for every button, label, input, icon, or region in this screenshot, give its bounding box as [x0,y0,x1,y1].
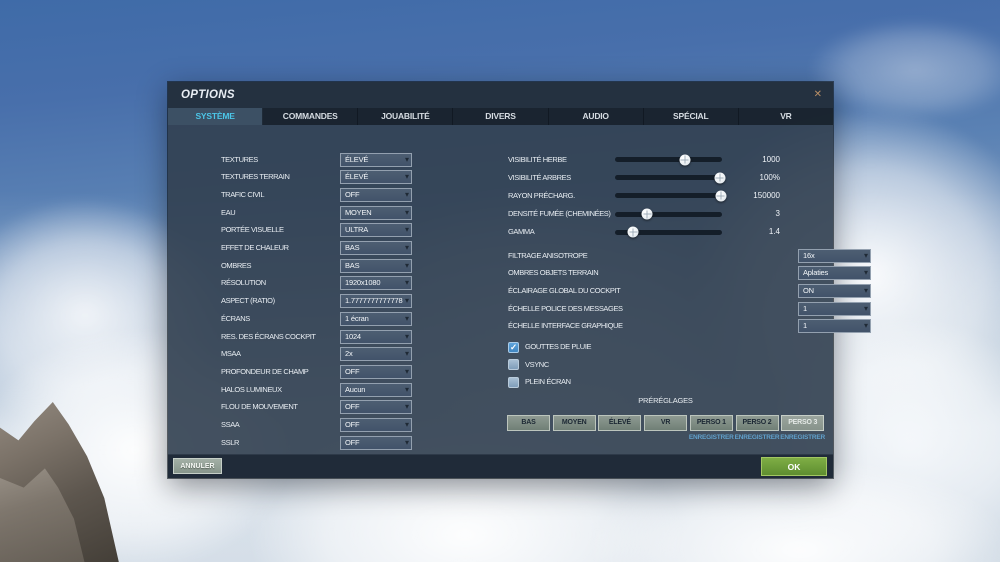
chevron-down-icon: ▾ [863,250,868,260]
dropdown-ssaa[interactable]: OFF ▾ [340,418,412,432]
checkbox-row: ✓ GOUTTES DE PLUIE [168,340,833,354]
tab-systeme[interactable]: SYSTÈME [168,108,264,125]
preset-eleve-button[interactable]: ÉLEVÉ [598,415,642,431]
dialog-content: PRÉRÉGLAGES TEXTURES ÉLEVÉ ▾ TEXTURES TERRA… [168,125,871,455]
setting-label: SSAA [221,420,240,429]
dropdown-filtrage-anisotrope[interactable]: 16x ▾ [798,248,871,263]
dropdown-echelle-police-des-messages[interactable]: 1 ▾ [798,301,871,316]
dropdown-value: OFF [345,402,360,412]
dialog-titlebar: OPTIONS ✕ [168,82,833,108]
save-perso-3-link[interactable]: ENREGISTRER [780,434,825,441]
close-icon[interactable]: ✕ [814,82,822,107]
checkbox-row: PLEIN ÉCRAN [168,375,833,389]
slider-row: DENSITÉ FUMÉE (CHEMINÉES) 3 [168,207,833,221]
preset-perso-1-button[interactable]: PERSO 1 [689,415,733,431]
tab-bar: SYSTÈME COMMANDES JOUABILITÉ DIVERS AUDIO SPÉ… [168,108,833,125]
setting-row: ÉCLAIRAGE GLOBAL DU COCKPIT ON ▾ [168,283,871,298]
setting-label: ÉCLAIRAGE GLOBAL DU COCKPIT [508,285,621,295]
setting-row: ÉCHELLE POLICE DES MESSAGES 1 ▾ [168,301,871,316]
slider-row: GAMMA 1.4 [168,225,833,239]
setting-label: RAYON PRÉCHARG. [508,190,575,200]
dropdown-flou-de-mouvement[interactable]: OFF ▾ [340,400,412,415]
checkbox-plein-ecran[interactable] [508,376,519,388]
slider-row: VISIBILITÉ HERBE 1000 [168,153,833,167]
slider-value: 100% [759,172,780,182]
preset-vr-button[interactable]: VR [644,415,688,431]
chevron-down-icon: ▾ [404,402,409,412]
slider-row: RAYON PRÉCHARG. 150000 [168,189,833,203]
tab-commandes[interactable]: COMMANDES [263,108,359,125]
ok-button[interactable]: OK [761,457,827,476]
checkbox-row: VSYNC [168,358,833,372]
setting-label: ÉCHELLE POLICE DES MESSAGES [508,303,623,313]
dropdown-value: 16x [803,250,815,260]
dropdown-echelle-interface-graphique[interactable]: 1 ▾ [798,319,871,334]
tab-vr[interactable]: VR [739,108,833,125]
preset-perso-2-button[interactable]: PERSO 2 [735,415,779,431]
checkbox-label: PLEIN ÉCRAN [525,377,571,386]
tab-special[interactable]: SPÉCIAL [644,108,739,125]
dropdown-value: 1 [803,321,807,331]
chevron-down-icon: ▾ [404,420,409,429]
setting-row: FLOU DE MOUVEMENT OFF ▾ [168,400,833,415]
slider-value: 150000 [753,190,780,200]
setting-label: DENSITÉ FUMÉE (CHEMINÉES) [508,209,611,219]
dialog-title: OPTIONS [181,89,235,101]
setting-row: ÉCHELLE INTERFACE GRAPHIQUE 1 ▾ [168,319,871,334]
setting-label: FILTRAGE ANISOTROPE [508,250,588,260]
setting-label: SSLR [221,437,239,447]
dropdown-value: Aplaties [803,268,829,278]
dropdown-eclairage-global-du-cockpit[interactable]: ON ▾ [798,283,871,298]
cancel-button[interactable]: ANNULER [173,458,222,474]
slider-value: 3 [775,209,780,219]
slider-value: 1.4 [768,227,780,237]
chevron-down-icon: ▾ [863,303,868,313]
check-icon: ✓ [509,341,518,352]
setting-label: GAMMA [508,227,535,237]
dialog-footer: ANNULER OK [168,454,833,478]
tab-jouabilite[interactable]: JOUABILITÉ [358,108,454,125]
setting-row: SSAA OFF ▾ [168,418,833,432]
setting-label: FLOU DE MOUVEMENT [221,402,298,412]
dropdown-value: OFF [345,420,360,429]
dropdown-value: ON [803,285,814,295]
dropdown-value: OFF [345,437,360,447]
dropdown-value: 1 [803,303,807,313]
dropdown-sslr[interactable]: OFF ▾ [340,435,412,450]
preset-bas-button[interactable]: BAS [507,415,550,431]
slider-thumb[interactable] [627,226,639,238]
preset-moyen-button[interactable]: MOYEN [552,415,596,431]
preset-perso-3-button[interactable]: PERSO 3 [781,415,825,431]
save-perso-2-link[interactable]: ENREGISTRER [735,434,780,441]
dropdown-ombres-objets-terrain[interactable]: Aplaties ▾ [798,266,871,281]
setting-label: ÉCHELLE INTERFACE GRAPHIQUE [508,321,623,331]
setting-row: OMBRES OBJETS TERRAIN Aplaties ▾ [168,266,871,281]
chevron-down-icon: ▾ [863,321,868,331]
setting-row: FILTRAGE ANISOTROPE 16x ▾ [168,248,871,263]
setting-label: VISIBILITÉ ARBRES [508,172,571,182]
save-perso-1-link[interactable]: ENREGISTRER [689,434,734,441]
screen: OPTIONS ✕ SYSTÈME COMMANDES JOUABILITÉ DIVE… [0,0,1000,562]
checkbox-vsync[interactable] [508,359,519,370]
slider-value: 1000 [762,154,780,164]
tab-divers[interactable]: DIVERS [453,108,549,125]
setting-label: OMBRES OBJETS TERRAIN [508,268,599,278]
checkbox-gouttes-de-pluie[interactable]: ✓ [508,341,519,353]
slider-row: VISIBILITÉ ARBRES 100% [168,171,833,185]
chevron-down-icon: ▾ [863,285,868,295]
checkbox-label: VSYNC [525,359,549,369]
chevron-down-icon: ▾ [863,268,868,278]
setting-label: VISIBILITÉ HERBE [508,154,567,164]
checkbox-label: GOUTTES DE PLUIE [525,342,592,351]
options-dialog: OPTIONS ✕ SYSTÈME COMMANDES JOUABILITÉ DIVE… [168,82,871,478]
slider-thumb[interactable] [641,208,653,220]
chevron-down-icon: ▾ [404,437,409,447]
tab-audio[interactable]: AUDIO [549,108,644,125]
